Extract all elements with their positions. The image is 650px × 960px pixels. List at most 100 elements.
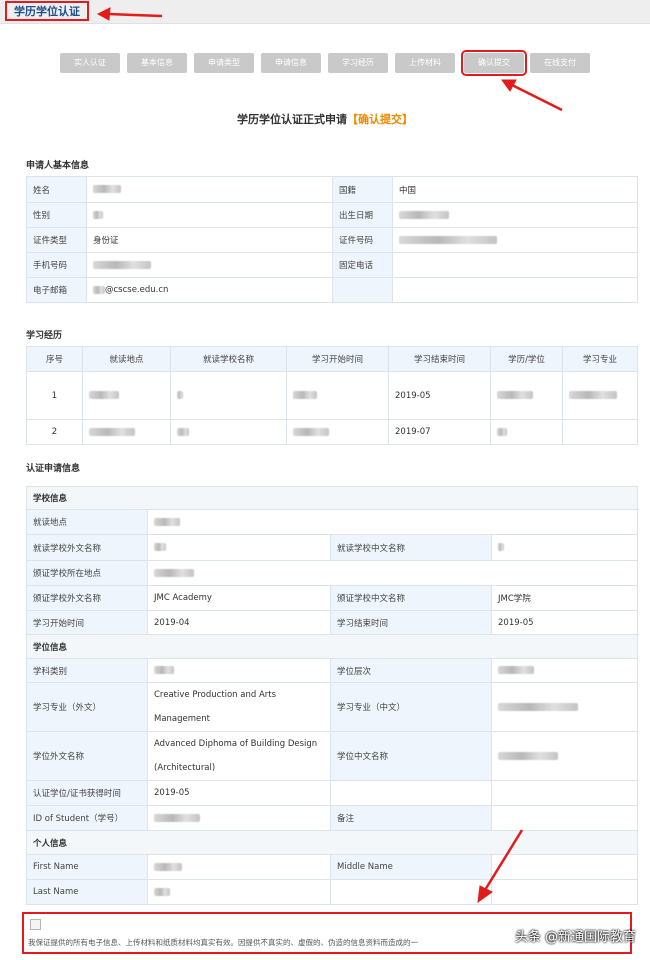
progress-steps: 实人认证 基本信息 申请类型 申请信息 学习经历 上传材料 确认提交 在线支付 <box>60 50 600 76</box>
label-start: 学习开始时间 <box>26 610 148 635</box>
value-end: 2019-05 <box>490 610 639 635</box>
blurred-value <box>154 543 166 551</box>
cell-location <box>82 419 171 445</box>
label-obtained: 认证学位/证书获得时间 <box>26 780 148 806</box>
label-major-cn: 学习专业（中文） <box>330 682 492 732</box>
cell-major <box>562 371 638 420</box>
value-issuer-location <box>146 560 639 586</box>
arrow-annotation-step <box>501 79 563 112</box>
label-id-number: 证件号码 <box>332 227 393 253</box>
subsection-degree-info: 学位信息 <box>25 634 639 659</box>
step-basic-info[interactable]: 基本信息 <box>127 53 187 73</box>
blurred-value <box>93 285 105 294</box>
table-row: 1 2019-05 <box>26 371 638 420</box>
step-upload-materials[interactable]: 上传材料 <box>395 53 455 73</box>
value-empty <box>330 780 492 806</box>
section-education-title: 学习经历 <box>26 331 63 341</box>
label-issuer-location: 颁证学校所在地点 <box>26 560 148 586</box>
blurred-value <box>89 427 135 436</box>
step-real-name-auth[interactable]: 实人认证 <box>60 53 120 73</box>
value-discipline <box>147 658 331 683</box>
education-table: 序号 就读地点 就读学校名称 学习开始时间 学习结束时间 学历/学位 学习专业 … <box>26 346 638 445</box>
confirm-declaration-text: 我保证提供的所有电子信息、上传材料和纸质材料均真实有效。因提供不真实的、虚假的、… <box>28 938 418 947</box>
label-mobile: 手机号码 <box>26 252 87 278</box>
blurred-value <box>93 210 103 219</box>
label-study-location: 就读地点 <box>26 509 148 535</box>
blurred-value <box>177 391 183 399</box>
table-row: 2 2019-07 <box>26 419 638 445</box>
label-degree-foreign: 学位外文名称 <box>26 731 148 781</box>
form-title-text: 学历学位认证正式申请 <box>237 113 347 126</box>
cell-end: 2019-07 <box>388 419 491 445</box>
label-last-name: Last Name <box>26 879 148 905</box>
blurred-value <box>498 751 558 760</box>
blurred-value <box>177 427 189 436</box>
section-cert-title: 认证申请信息 <box>26 464 81 474</box>
cell-degree <box>490 371 563 420</box>
value-last-name <box>147 879 331 905</box>
watermark: 头条 @新通国际教育 <box>514 930 636 945</box>
cell-end: 2019-05 <box>388 371 491 420</box>
label-issuer-cn: 颁证学校中文名称 <box>330 585 492 611</box>
blurred-value <box>89 391 119 399</box>
label-middle-name: Middle Name <box>330 854 492 880</box>
blurred-value <box>154 813 200 822</box>
value-landline <box>392 252 638 278</box>
cell-school <box>170 419 287 445</box>
column-header: 就读地点 <box>82 346 171 372</box>
blurred-value <box>497 391 533 399</box>
label-student-id: ID of Student（学号） <box>26 805 148 831</box>
value-dob <box>392 202 638 228</box>
value-study-location <box>146 509 639 535</box>
value-major-foreign: Creative Production and Arts Management <box>147 682 331 732</box>
label-gender: 性别 <box>26 202 87 228</box>
form-title: 学历学位认证正式申请【确认提交】 <box>0 111 650 127</box>
label-empty <box>332 277 393 303</box>
step-application-type[interactable]: 申请类型 <box>194 53 254 73</box>
label-degree-cn: 学位中文名称 <box>330 731 492 781</box>
label-discipline: 学科类别 <box>26 658 148 683</box>
confirm-checkbox[interactable] <box>30 919 41 930</box>
column-header: 序号 <box>26 346 83 372</box>
label-id-type: 证件类型 <box>26 227 87 253</box>
label-degree-level: 学位层次 <box>330 658 492 683</box>
step-confirm-submit[interactable]: 确认提交 <box>461 50 527 76</box>
cell-index: 2 <box>26 419 83 445</box>
blurred-value <box>399 235 497 244</box>
value-gender <box>86 202 333 228</box>
label-nationality: 国籍 <box>332 176 393 203</box>
blurred-value <box>498 666 534 674</box>
blurred-value <box>154 568 194 577</box>
cell-start <box>286 419 389 445</box>
value-degree-level <box>490 658 639 683</box>
label-dob: 出生日期 <box>332 202 393 228</box>
value-empty <box>392 277 638 303</box>
cell-major <box>562 419 638 445</box>
page-title: 学历学位认证 <box>5 1 89 21</box>
arrow-annotation-title <box>96 7 163 21</box>
email-suffix: @cscse.edu.cn <box>105 285 169 295</box>
applicant-table: 姓名 国籍 中国 性别 出生日期 证件类型 身份证 证件号码 手机号码 固定电话… <box>26 176 638 303</box>
label-first-name: First Name <box>26 854 148 880</box>
form-status: 【确认提交】 <box>347 113 413 126</box>
cell-start <box>286 371 389 420</box>
value-email: @cscse.edu.cn <box>86 277 333 303</box>
cert-table: 学校信息 就读地点 就读学校外文名称 就读学校中文名称 颁证学校所在地点 颁证学… <box>25 486 639 905</box>
label-school-foreign: 就读学校外文名称 <box>26 534 148 561</box>
step-application-info[interactable]: 申请信息 <box>261 53 321 73</box>
step-study-history[interactable]: 学习经历 <box>328 53 388 73</box>
step-online-payment[interactable]: 在线支付 <box>530 53 590 73</box>
column-header: 学历/学位 <box>490 346 563 372</box>
blurred-value <box>154 666 174 674</box>
label-landline: 固定电话 <box>332 252 393 278</box>
blurred-value <box>154 517 180 526</box>
column-header: 学习专业 <box>562 346 638 372</box>
cell-index: 1 <box>26 371 83 420</box>
blurred-value <box>498 543 504 551</box>
label-email: 电子邮箱 <box>26 277 87 303</box>
value-empty <box>330 879 492 905</box>
value-student-id <box>147 805 331 831</box>
label-name: 姓名 <box>26 176 87 203</box>
subsection-personal-info: 个人信息 <box>25 830 639 855</box>
cell-degree <box>490 419 563 445</box>
